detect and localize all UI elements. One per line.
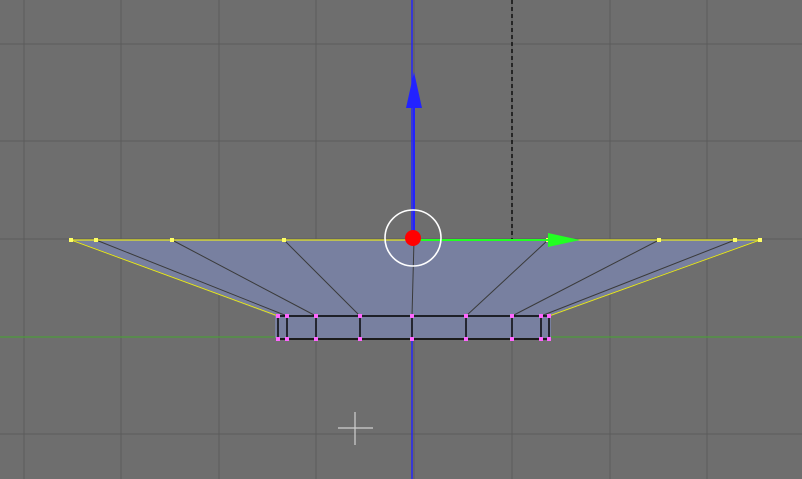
- mesh-vertex[interactable]: [510, 314, 514, 318]
- mesh-vertex[interactable]: [464, 314, 468, 318]
- mesh-vertex[interactable]: [539, 337, 543, 341]
- mesh-vertex-selected[interactable]: [170, 238, 174, 242]
- mesh-vertex[interactable]: [464, 337, 468, 341]
- mesh-vertex[interactable]: [285, 314, 289, 318]
- mesh-vertex-selected[interactable]: [69, 238, 73, 242]
- mesh-vertex[interactable]: [539, 314, 543, 318]
- mesh-vertex[interactable]: [314, 337, 318, 341]
- mesh-vertex[interactable]: [358, 314, 362, 318]
- mesh-vertex-selected[interactable]: [94, 238, 98, 242]
- mesh-vertex-selected[interactable]: [733, 238, 737, 242]
- mesh-vertex[interactable]: [358, 337, 362, 341]
- mesh-vertex[interactable]: [410, 337, 414, 341]
- mesh-vertex[interactable]: [276, 337, 280, 341]
- mesh-vertex[interactable]: [285, 337, 289, 341]
- mesh-vertex[interactable]: [276, 314, 280, 318]
- mesh-vertex[interactable]: [410, 314, 414, 318]
- mesh-vertex[interactable]: [547, 337, 551, 341]
- mesh-vertex-selected[interactable]: [657, 238, 661, 242]
- 3d-viewport[interactable]: [0, 0, 802, 479]
- viewport-canvas[interactable]: [0, 0, 802, 479]
- mesh-vertex-selected[interactable]: [282, 238, 286, 242]
- mesh-vertex-selected[interactable]: [758, 238, 762, 242]
- pivot-point-icon[interactable]: [405, 230, 421, 246]
- mesh-vertex[interactable]: [547, 314, 551, 318]
- mesh-vertex[interactable]: [314, 314, 318, 318]
- mesh-vertex[interactable]: [510, 337, 514, 341]
